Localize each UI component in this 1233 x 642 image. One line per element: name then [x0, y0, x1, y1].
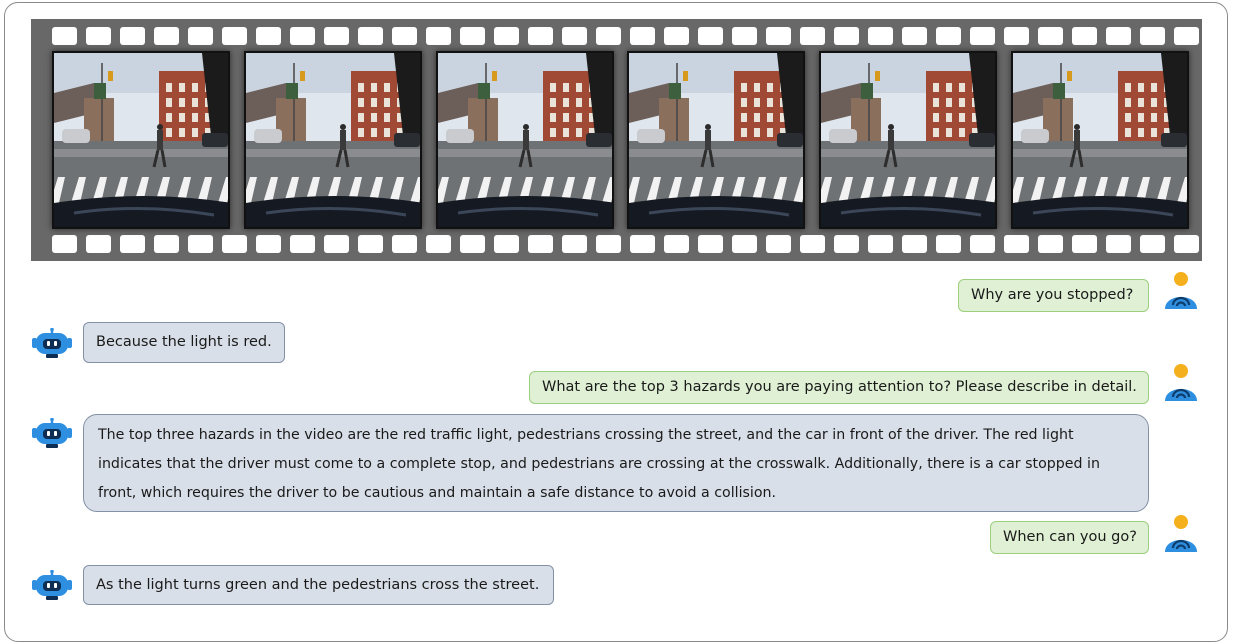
- sprocket-hole: [766, 27, 791, 45]
- sprocket-hole: [800, 27, 825, 45]
- assistant-message: As the light turns green and the pedestr…: [83, 565, 554, 605]
- sprocket-hole: [1038, 235, 1063, 253]
- sprocket-hole: [562, 27, 587, 45]
- sprocket-hole: [324, 27, 349, 45]
- sprocket-hole: [290, 27, 315, 45]
- sprocket-hole: [834, 27, 859, 45]
- sprocket-hole: [460, 27, 485, 45]
- sprocket-hole: [630, 27, 655, 45]
- sprocket-hole: [1174, 235, 1199, 253]
- sprocket-hole: [732, 27, 757, 45]
- sprocket-hole: [596, 235, 621, 253]
- user-icon: [1163, 271, 1199, 315]
- sprocket-hole: [52, 235, 77, 253]
- sprocket-hole: [970, 235, 995, 253]
- video-frame: [819, 51, 998, 229]
- sprocket-hole: [766, 235, 791, 253]
- sprocket-hole: [392, 27, 417, 45]
- sprocket-hole: [902, 235, 927, 253]
- sprocket-hole: [52, 27, 77, 45]
- video-filmstrip: [31, 19, 1202, 261]
- sprocket-hole: [664, 27, 689, 45]
- sprocket-hole: [562, 235, 587, 253]
- sprocket-hole: [256, 27, 281, 45]
- sprocket-hole: [868, 235, 893, 253]
- sprocket-hole: [120, 235, 145, 253]
- video-frame: [243, 51, 422, 229]
- sprocket-hole: [1004, 235, 1029, 253]
- video-frame: [435, 51, 614, 229]
- sprocket-hole: [358, 235, 383, 253]
- sprocket-hole: [528, 235, 553, 253]
- sprocket-hole: [1004, 27, 1029, 45]
- sprocket-hole: [1140, 27, 1165, 45]
- sprocket-hole: [596, 27, 621, 45]
- sprocket-hole: [460, 235, 485, 253]
- sprocket-hole: [698, 27, 723, 45]
- user-icon: [1163, 363, 1199, 407]
- video-frame: [627, 51, 806, 229]
- sprocket-hole: [528, 27, 553, 45]
- robot-icon: [32, 417, 72, 454]
- user-message-text: When can you go?: [1003, 529, 1137, 545]
- sprocket-hole: [936, 27, 961, 45]
- sprocket-hole: [222, 27, 247, 45]
- sprocket-hole: [1072, 27, 1097, 45]
- assistant-message: The top three hazards in the video are t…: [83, 414, 1149, 512]
- assistant-message-text: The top three hazards in the video are t…: [98, 427, 1100, 501]
- sprocket-hole: [664, 235, 689, 253]
- video-frame: [1011, 51, 1189, 229]
- sprocket-hole: [902, 27, 927, 45]
- sprocket-hole: [970, 27, 995, 45]
- sprocket-hole: [732, 235, 757, 253]
- sprocket-hole: [834, 235, 859, 253]
- sprocket-hole: [1106, 27, 1131, 45]
- robot-icon: [32, 327, 72, 364]
- sprocket-hole: [1174, 27, 1199, 45]
- sprocket-hole: [324, 235, 349, 253]
- video-frame: [52, 51, 230, 229]
- sprocket-hole: [188, 235, 213, 253]
- sprocket-hole: [154, 27, 179, 45]
- sprocket-hole: [1038, 27, 1063, 45]
- sprocket-hole: [936, 235, 961, 253]
- sprocket-hole: [154, 235, 179, 253]
- sprocket-hole: [426, 235, 451, 253]
- sprocket-hole: [86, 27, 111, 45]
- sprocket-hole: [222, 235, 247, 253]
- user-message-text: What are the top 3 hazards you are payin…: [542, 379, 1137, 395]
- sprocket-hole: [426, 27, 451, 45]
- sprocket-hole: [630, 235, 655, 253]
- assistant-message-text: Because the light is red.: [96, 334, 272, 350]
- sprocket-holes-bottom: [31, 235, 1202, 255]
- sprocket-hole: [358, 27, 383, 45]
- sprocket-holes-top: [31, 27, 1202, 47]
- sprocket-hole: [256, 235, 281, 253]
- user-message: When can you go?: [990, 521, 1149, 554]
- sprocket-hole: [868, 27, 893, 45]
- sprocket-hole: [290, 235, 315, 253]
- assistant-message-text: As the light turns green and the pedestr…: [96, 577, 540, 593]
- sprocket-hole: [120, 27, 145, 45]
- sprocket-hole: [494, 27, 519, 45]
- assistant-message: Because the light is red.: [83, 322, 285, 363]
- sprocket-hole: [1072, 235, 1097, 253]
- sprocket-hole: [698, 235, 723, 253]
- user-message: Why are you stopped?: [958, 279, 1149, 312]
- sprocket-hole: [800, 235, 825, 253]
- sprocket-hole: [1106, 235, 1131, 253]
- sprocket-hole: [86, 235, 111, 253]
- sprocket-hole: [494, 235, 519, 253]
- user-message-text: Why are you stopped?: [971, 287, 1134, 303]
- user-icon: [1163, 514, 1199, 558]
- robot-icon: [32, 569, 72, 606]
- sprocket-hole: [188, 27, 213, 45]
- sprocket-hole: [392, 235, 417, 253]
- sprocket-hole: [1140, 235, 1165, 253]
- user-message: What are the top 3 hazards you are payin…: [529, 371, 1149, 404]
